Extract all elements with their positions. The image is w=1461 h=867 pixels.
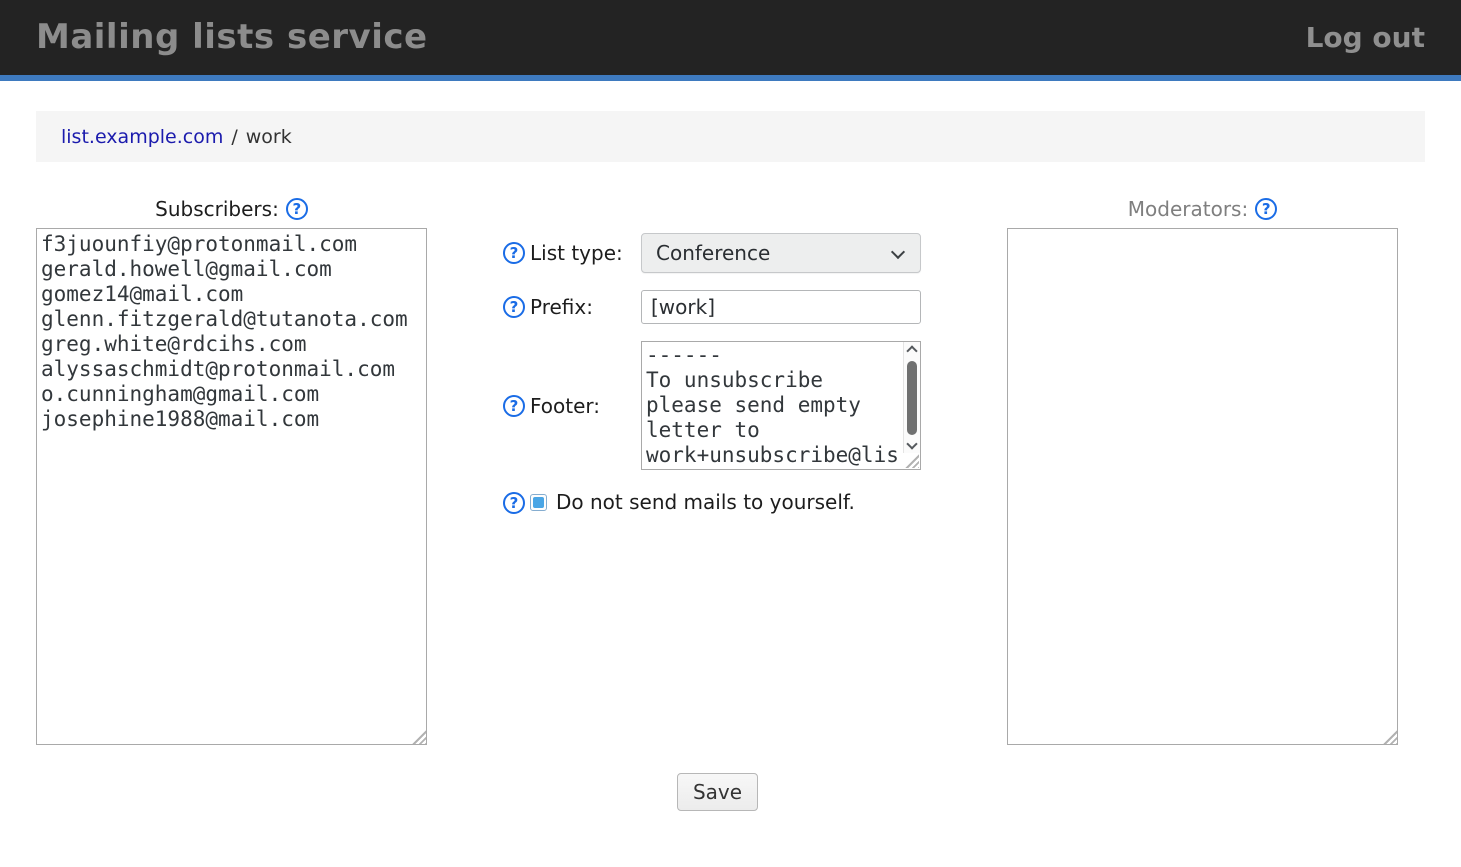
list-type-help-icon[interactable]: ? [503,242,525,264]
subscribers-textarea[interactable]: f3juounfiy@protonmail.com gerald.howell@… [36,228,427,745]
footer-help-icon[interactable]: ? [503,395,525,417]
moderators-area [1007,228,1398,745]
subscribers-help-icon[interactable]: ? [286,198,308,220]
footer-textarea-content: ------ To unsubscribe please send empty … [642,342,903,469]
app-title: Mailing lists service [36,0,428,75]
scroll-up-icon[interactable] [906,345,917,356]
moderators-header: Moderators: ? [1007,195,1398,223]
footer-label: Footer: [530,394,600,418]
prefix-input[interactable] [641,290,921,324]
subscribers-label: Subscribers: [155,197,279,221]
scroll-down-icon[interactable] [906,438,917,449]
list-type-selected-value: Conference [656,241,770,265]
breadcrumb-separator: / [231,126,237,148]
footer-scrollbar-thumb[interactable] [907,361,917,435]
moderators-help-icon[interactable]: ? [1255,198,1277,220]
no-self-mail-help-icon[interactable]: ? [503,492,525,514]
no-self-mail-checkbox[interactable] [530,494,547,511]
save-button[interactable]: Save [677,773,758,811]
breadcrumb-current: work [246,126,292,148]
chevron-down-icon [891,245,905,259]
footer-resize-grip[interactable] [904,453,919,468]
list-type-select[interactable]: Conference [641,233,921,273]
logout-link[interactable]: Log out [1306,0,1425,75]
breadcrumb-list-link[interactable]: list.example.com [61,126,223,148]
prefix-help-icon[interactable]: ? [503,296,525,318]
page: Mailing lists service Log out list.examp… [0,0,1461,867]
subscribers-header: Subscribers: ? [36,195,427,223]
list-type-label: List type: [530,241,623,265]
no-self-mail-label: Do not send mails to yourself. [556,490,855,514]
app-header: Mailing lists service Log out [0,0,1461,81]
footer-textarea[interactable]: ------ To unsubscribe please send empty … [641,341,921,470]
moderators-label: Moderators: [1128,197,1248,221]
moderators-textarea[interactable] [1007,228,1398,745]
footer-scrollbar[interactable] [903,342,920,453]
prefix-label: Prefix: [530,295,593,319]
breadcrumb: list.example.com / work [36,111,1425,162]
subscribers-area: f3juounfiy@protonmail.com gerald.howell@… [36,228,427,745]
